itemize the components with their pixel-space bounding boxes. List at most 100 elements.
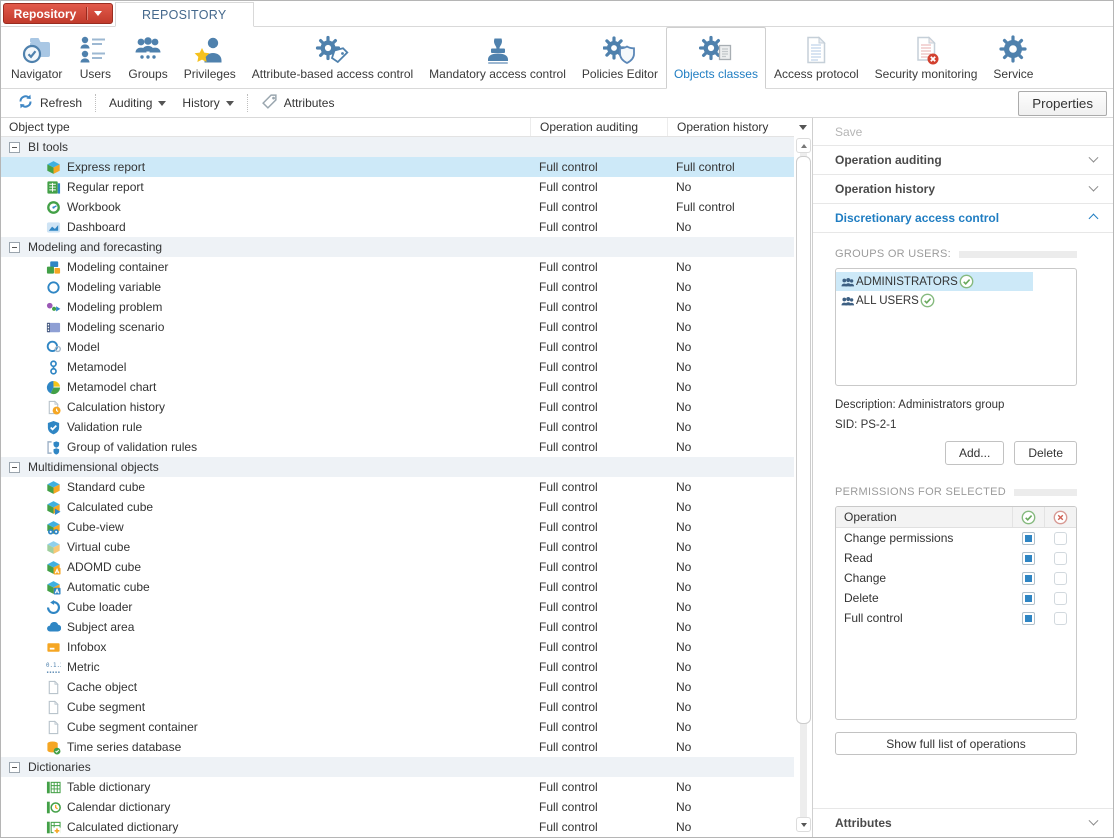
- operation-history-value: No: [676, 560, 692, 574]
- tree-item-dashboard[interactable]: Dashboard Full control No: [1, 217, 794, 237]
- history-dropdown[interactable]: History: [174, 93, 241, 113]
- save-button[interactable]: Save: [813, 118, 1113, 146]
- collapse-toggle-icon[interactable]: [9, 141, 20, 153]
- operation-auditing-value: Full control: [539, 520, 598, 534]
- tree-section-bi-tools[interactable]: BI tools: [1, 137, 794, 157]
- tree-item-modeling-container[interactable]: Modeling container Full control No: [1, 257, 794, 277]
- collapse-toggle-icon[interactable]: [9, 461, 20, 473]
- allow-checkbox[interactable]: [1021, 591, 1035, 605]
- section-attributes[interactable]: Attributes: [813, 808, 1113, 837]
- tree-item-calculated-dictionary[interactable]: Calculated dictionary Full control No: [1, 817, 794, 837]
- ribbon-item-security-monitoring[interactable]: Security monitoring: [867, 27, 986, 88]
- tree-item-workbook[interactable]: Workbook Full control Full control: [1, 197, 794, 217]
- allow-checkbox[interactable]: [1021, 571, 1035, 585]
- attributes-button[interactable]: Attributes: [253, 90, 343, 116]
- permission-name: Delete: [844, 591, 879, 605]
- section-operation-auditing[interactable]: Operation auditing: [813, 146, 1113, 175]
- section-operation-history[interactable]: Operation history: [813, 175, 1113, 204]
- deny-checkbox[interactable]: [1053, 591, 1067, 605]
- allow-checkbox[interactable]: [1021, 551, 1035, 565]
- ribbon-item-users[interactable]: Users: [70, 27, 120, 88]
- permission-name: Change permissions: [844, 531, 954, 545]
- refresh-button[interactable]: Refresh: [9, 90, 90, 116]
- auditing-dropdown[interactable]: Auditing: [101, 93, 174, 113]
- tree-section-modeling-and-forecasting[interactable]: Modeling and forecasting: [1, 237, 794, 257]
- tree-item-adomd-cube[interactable]: ADOMD cube Full control No: [1, 557, 794, 577]
- auditing-label: Auditing: [109, 96, 153, 110]
- collapse-toggle-icon[interactable]: [9, 241, 20, 253]
- operation-auditing-value: Full control: [539, 380, 598, 394]
- scrollbar-thumb[interactable]: [796, 156, 811, 724]
- tree-item-express-report[interactable]: Express report Full control Full control: [1, 157, 794, 177]
- section-title: Operation history: [835, 182, 936, 196]
- tree-item-modeling-variable[interactable]: Modeling variable Full control No: [1, 277, 794, 297]
- tree-item-table-dictionary[interactable]: Table dictionary Full control No: [1, 777, 794, 797]
- group-item-all-users[interactable]: ALL USERS: [836, 291, 1076, 310]
- tree-item-cube-loader[interactable]: Cube loader Full control No: [1, 597, 794, 617]
- tree-item-regular-report[interactable]: Regular report Full control No: [1, 177, 794, 197]
- tree-item-calendar-dictionary[interactable]: Calendar dictionary Full control No: [1, 797, 794, 817]
- ribbon-item-access-protocol[interactable]: Access protocol: [766, 27, 867, 88]
- caret-down-icon: [94, 11, 103, 16]
- tree-section-dictionaries[interactable]: Dictionaries: [1, 757, 794, 777]
- allow-checkbox[interactable]: [1021, 531, 1035, 545]
- table-scrollbar[interactable]: [796, 138, 811, 832]
- allow-checkbox[interactable]: [1021, 611, 1035, 625]
- tree-item-subject-area[interactable]: Subject area Full control No: [1, 617, 794, 637]
- column-header-operation-history[interactable]: Operation history: [667, 118, 794, 136]
- tree-item-model[interactable]: Model Full control No: [1, 337, 794, 357]
- tree-item-group-of-validation-rules[interactable]: Group of validation rules Full control No: [1, 437, 794, 457]
- column-header-object-type[interactable]: Object type: [1, 120, 530, 134]
- deny-checkbox[interactable]: [1053, 531, 1067, 545]
- ribbon-item-navigator[interactable]: Navigator: [3, 27, 70, 88]
- tab-repository[interactable]: REPOSITORY: [115, 2, 254, 27]
- group-item-administrators[interactable]: ADMINISTRATORS: [836, 272, 1033, 291]
- ribbon-item-privileges[interactable]: Privileges: [176, 27, 244, 88]
- ribbon-item-service[interactable]: Service: [985, 27, 1041, 88]
- show-full-list-button[interactable]: Show full list of operations: [835, 732, 1077, 755]
- tree-item-calculated-cube[interactable]: Calculated cube Full control No: [1, 497, 794, 517]
- deny-checkbox[interactable]: [1053, 551, 1067, 565]
- tree-item-cube-view[interactable]: Cube-view Full control No: [1, 517, 794, 537]
- tree-item-modeling-problem[interactable]: Modeling problem Full control No: [1, 297, 794, 317]
- tree-item-automatic-cube[interactable]: Automatic cube Full control No: [1, 577, 794, 597]
- groups-users-listbox[interactable]: ADMINISTRATORS ALL USERS: [835, 268, 1077, 386]
- item-label: Subject area: [67, 620, 135, 634]
- add-button[interactable]: Add...: [944, 441, 1005, 465]
- tree-item-validation-rule[interactable]: Validation rule Full control No: [1, 417, 794, 437]
- ribbon-item-groups[interactable]: Groups: [120, 27, 175, 88]
- section-title: Attributes: [835, 816, 892, 830]
- tree-item-cache-object[interactable]: Cache object Full control No: [1, 677, 794, 697]
- infobox-icon: [45, 639, 61, 655]
- collapse-toggle-icon[interactable]: [9, 761, 20, 773]
- tree-item-metamodel-chart[interactable]: Metamodel chart Full control No: [1, 377, 794, 397]
- tree-item-cube-segment[interactable]: Cube segment Full control No: [1, 697, 794, 717]
- tree-item-modeling-scenario[interactable]: Modeling scenario Full control No: [1, 317, 794, 337]
- scroll-up-button[interactable]: [796, 138, 811, 153]
- tree-item-metamodel[interactable]: Metamodel Full control No: [1, 357, 794, 377]
- properties-button[interactable]: Properties: [1018, 90, 1107, 116]
- section-discretionary-access-control[interactable]: Discretionary access control: [813, 204, 1113, 233]
- tree-item-time-series-database[interactable]: Time series database Full control No: [1, 737, 794, 757]
- deny-checkbox[interactable]: [1053, 571, 1067, 585]
- tree-item-calculation-history[interactable]: Calculation history Full control No: [1, 397, 794, 417]
- column-menu-icon[interactable]: [799, 125, 807, 130]
- tree-item-metric[interactable]: 0.1.2 Metric Full control No: [1, 657, 794, 677]
- column-header-operation-auditing[interactable]: Operation auditing: [530, 118, 667, 136]
- tree-item-cube-segment-container[interactable]: Cube segment container Full control No: [1, 717, 794, 737]
- repository-menu-button[interactable]: Repository: [3, 3, 113, 24]
- item-label: Modeling scenario: [67, 320, 165, 334]
- ribbon-item-attribute-based-access-control[interactable]: Attribute-based access control: [244, 27, 421, 88]
- ribbon-item-policies-editor[interactable]: Policies Editor: [574, 27, 666, 88]
- tree-item-infobox[interactable]: Infobox Full control No: [1, 637, 794, 657]
- tree-item-standard-cube[interactable]: Standard cube Full control No: [1, 477, 794, 497]
- deny-checkbox[interactable]: [1053, 611, 1067, 625]
- tree-section-multidimensional-objects[interactable]: Multidimensional objects: [1, 457, 794, 477]
- table-header: Object type Operation auditing Operation…: [1, 118, 794, 137]
- scroll-down-button[interactable]: [796, 817, 811, 832]
- toolbar-separator: [246, 94, 248, 112]
- delete-button[interactable]: Delete: [1014, 441, 1077, 465]
- ribbon-item-objects-classes[interactable]: Objects classes: [665, 27, 766, 89]
- tree-item-virtual-cube[interactable]: Virtual cube Full control No: [1, 537, 794, 557]
- ribbon-item-mandatory-access-control[interactable]: Mandatory access control: [421, 27, 574, 88]
